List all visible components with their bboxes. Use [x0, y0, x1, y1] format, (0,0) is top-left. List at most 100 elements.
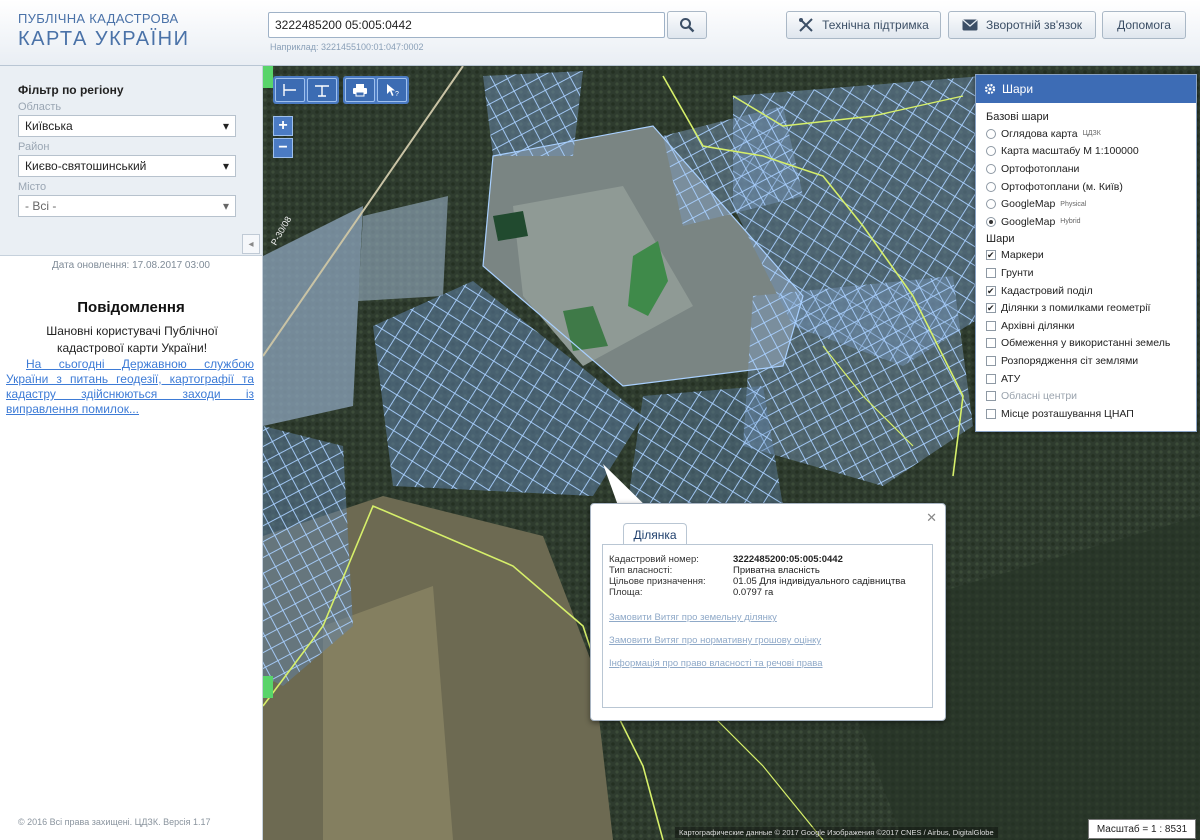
order-land-extract-link[interactable]: Замовити Витяг про земельну ділянку	[609, 612, 777, 623]
checkbox[interactable]	[986, 267, 996, 278]
help-button[interactable]: Допомога	[1102, 11, 1186, 39]
checkbox	[986, 391, 996, 402]
measure-distance-button[interactable]	[275, 78, 305, 102]
radio-button[interactable]	[986, 181, 996, 192]
checkbox[interactable]	[986, 285, 996, 296]
print-button[interactable]	[345, 78, 375, 102]
checkbox[interactable]	[986, 250, 996, 261]
parcel-value: 3222485200:05:005:0442	[733, 554, 843, 565]
ownership-info-link[interactable]: Інформація про право власності та речові…	[609, 658, 823, 669]
region-value: Київська	[25, 119, 73, 133]
radio-button[interactable]	[986, 163, 996, 174]
update-date: Дата оновлення: 17.08.2017 03:00	[52, 260, 210, 271]
base-layer-sup: Hybrid	[1060, 218, 1081, 226]
logo-line1: ПУБЛІЧНА КАДАСТРОВА	[18, 11, 179, 26]
zoom-control: + −	[273, 116, 293, 160]
zoom-in-button[interactable]: +	[273, 116, 293, 136]
overlay-layer-label: Ділянки з помилками геометрії	[1001, 302, 1151, 315]
checkbox[interactable]	[986, 320, 996, 331]
base-layer-label: Ортофотоплани (м. Київ)	[1001, 180, 1123, 193]
tools-icon	[799, 18, 813, 32]
checkbox[interactable]	[986, 338, 996, 349]
region-label: Область	[18, 101, 62, 113]
parcel-key: Площа:	[609, 587, 643, 598]
checkbox[interactable]	[986, 355, 996, 366]
region-select[interactable]: Київська ▾	[18, 115, 236, 137]
identify-button[interactable]: ?	[377, 78, 407, 102]
parcel-row-ownership: Тип власності: Приватна власність	[609, 565, 820, 576]
message-link[interactable]: На сьогодні Державною службою України з …	[6, 357, 254, 417]
overlay-layer-option[interactable]: Маркери	[986, 247, 1188, 265]
support-button[interactable]: Технічна підтримка	[786, 11, 941, 39]
measure-area-button[interactable]	[307, 78, 337, 102]
help-label: Допомога	[1117, 18, 1171, 32]
print-icon	[353, 84, 367, 97]
checkbox[interactable]	[986, 303, 996, 314]
layers-panel: Шари Базові шари Оглядова карта ЦДЗК Карта…	[975, 74, 1197, 432]
parcel-details: Кадастровий номер: 3222485200:05:005:044…	[602, 544, 933, 708]
close-icon[interactable]: ✕	[926, 510, 937, 526]
gear-icon	[984, 83, 996, 95]
overlay-layer-option[interactable]: Обмеження у використанні земель	[986, 335, 1188, 353]
site-logo[interactable]: ПУБЛІЧНА КАДАСТРОВА КАРТА УКРАЇНИ	[18, 12, 189, 49]
base-layer-option[interactable]: Карта масштабу М 1:100000	[986, 143, 1188, 161]
overlay-layer-option[interactable]: АТУ	[986, 370, 1188, 388]
layers-title: Шари	[1002, 82, 1034, 96]
checkbox[interactable]	[986, 408, 996, 419]
tools-toolbar: ?	[343, 76, 409, 104]
ruler-icon	[283, 84, 296, 96]
base-layer-option[interactable]: GoogleMap Physical	[986, 195, 1188, 213]
chevron-left-icon: ◂	[248, 238, 254, 250]
parcel-key: Цільове призначення:	[609, 576, 706, 587]
radio-button[interactable]	[986, 199, 996, 210]
parcel-row-area: Площа: 0.0797 га	[609, 587, 773, 598]
base-layers-title: Базові шари	[986, 111, 1049, 123]
tab-parcel[interactable]: Ділянка	[623, 523, 687, 545]
overlay-layer-label: Кадастровий поділ	[1001, 284, 1093, 297]
search-input[interactable]	[268, 12, 665, 38]
map-credits: Картографические данные © 2017 Google Из…	[675, 827, 998, 838]
filter-title: Фільтр по регіону	[18, 83, 124, 97]
left-panel: Фільтр по регіону Область Київська ▾ Рай…	[0, 66, 263, 840]
city-select[interactable]: - Всі - ▾	[18, 195, 236, 217]
base-layer-sup: Physical	[1060, 200, 1087, 208]
base-layer-label: Ортофотоплани	[1001, 162, 1080, 175]
base-layer-option[interactable]: Ортофотоплани	[986, 160, 1188, 178]
map-view[interactable]: Р-30/08 ? + − Шари Базові шари Оглядова …	[263, 66, 1200, 840]
radio-button[interactable]	[986, 146, 996, 157]
order-valuation-extract-link[interactable]: Замовити Витяг про нормативну грошову оц…	[609, 635, 821, 646]
overlay-layer-option[interactable]: Місце розташування ЦНАП	[986, 405, 1188, 423]
parcel-value: 0.0797 га	[733, 587, 774, 598]
logo-line2: КАРТА УКРАЇНИ	[18, 28, 190, 50]
checkbox[interactable]	[986, 373, 996, 384]
search-button[interactable]	[667, 11, 707, 39]
base-layer-sup: ЦДЗК	[1082, 130, 1101, 138]
base-layer-option[interactable]: Оглядова карта ЦДЗК	[986, 125, 1188, 143]
overlay-layer-label: Обласні центри	[1001, 390, 1078, 403]
overlay-layer-label: АТУ	[1001, 372, 1021, 385]
overlay-layer-option[interactable]: Ділянки з помилками геометрії	[986, 299, 1188, 317]
overlay-layer-option[interactable]: Кадастровий поділ	[986, 282, 1188, 300]
header: ПУБЛІЧНА КАДАСТРОВА КАРТА УКРАЇНИ Наприк…	[0, 0, 1200, 66]
overlay-layer-label: Розпорядження сіт землями	[1001, 354, 1139, 367]
search-hint: Наприклад: 3221455100:01:047:0002	[270, 42, 424, 52]
base-layer-option[interactable]: GoogleMap Hybrid	[986, 213, 1188, 231]
base-layer-label: Оглядова карта	[1001, 127, 1078, 140]
message-title: Повідомлення	[77, 299, 185, 316]
city-label: Місто	[18, 181, 47, 193]
layers-header[interactable]: Шари	[976, 75, 1196, 103]
radio-button[interactable]	[986, 216, 996, 227]
district-label: Район	[18, 141, 50, 153]
overlay-layer-option[interactable]: Архівні ділянки	[986, 317, 1188, 335]
radio-button[interactable]	[986, 128, 996, 139]
base-layer-option[interactable]: Ортофотоплани (м. Київ)	[986, 178, 1188, 196]
feedback-button[interactable]: Зворотній зв'язок	[948, 11, 1096, 39]
district-select[interactable]: Києво-святошинський ▾	[18, 155, 236, 177]
collapse-panel-button[interactable]: ◂	[242, 234, 260, 254]
area-ruler-icon	[315, 85, 329, 97]
search-icon	[680, 18, 695, 33]
overlay-layer-option[interactable]: Грунти	[986, 264, 1188, 282]
feedback-label: Зворотній зв'язок	[985, 18, 1083, 32]
zoom-out-button[interactable]: −	[273, 138, 293, 158]
overlay-layer-option[interactable]: Розпорядження сіт землями	[986, 352, 1188, 370]
